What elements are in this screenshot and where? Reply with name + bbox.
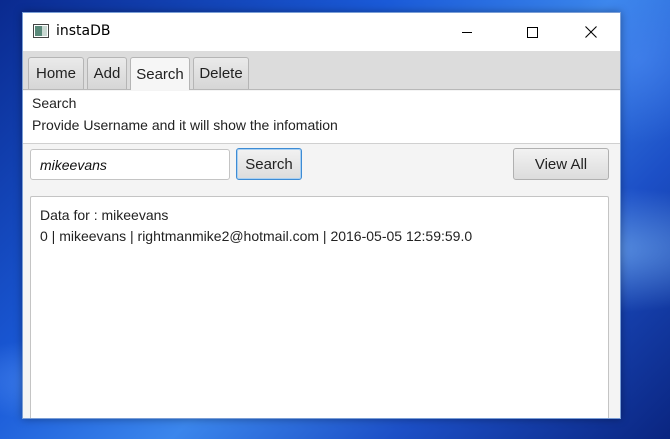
minimize-icon xyxy=(462,31,472,33)
results-textarea[interactable]: Data for : mikeevans 0 | mikeevans | rig… xyxy=(30,196,609,418)
minimize-button[interactable] xyxy=(444,13,490,51)
page-description: Provide Username and it will show the in… xyxy=(32,117,338,133)
search-button[interactable]: Search xyxy=(236,148,302,180)
maximize-button[interactable] xyxy=(509,13,555,51)
tab-bar: Home Add Search Delete xyxy=(23,51,620,90)
app-window: instaDB Home Add Search Delete Search Pr… xyxy=(22,12,621,419)
search-header: Search Provide Username and it will show… xyxy=(23,91,620,144)
tab-home[interactable]: Home xyxy=(28,57,84,89)
result-row: 0 | mikeevans | rightmanmike2@hotmail.co… xyxy=(40,228,473,244)
results-header: Data for : mikeevans xyxy=(40,207,169,223)
title-bar[interactable]: instaDB xyxy=(23,13,620,51)
close-icon xyxy=(585,26,597,38)
tab-search[interactable]: Search xyxy=(130,57,190,90)
close-button[interactable] xyxy=(568,13,614,51)
window-title: instaDB xyxy=(56,23,111,39)
page-title: Search xyxy=(32,95,77,111)
username-input[interactable] xyxy=(30,149,230,180)
tab-add[interactable]: Add xyxy=(87,57,127,89)
view-all-button[interactable]: View All xyxy=(513,148,609,180)
maximize-icon xyxy=(526,26,538,38)
app-icon xyxy=(33,24,49,38)
tab-delete[interactable]: Delete xyxy=(193,57,249,89)
